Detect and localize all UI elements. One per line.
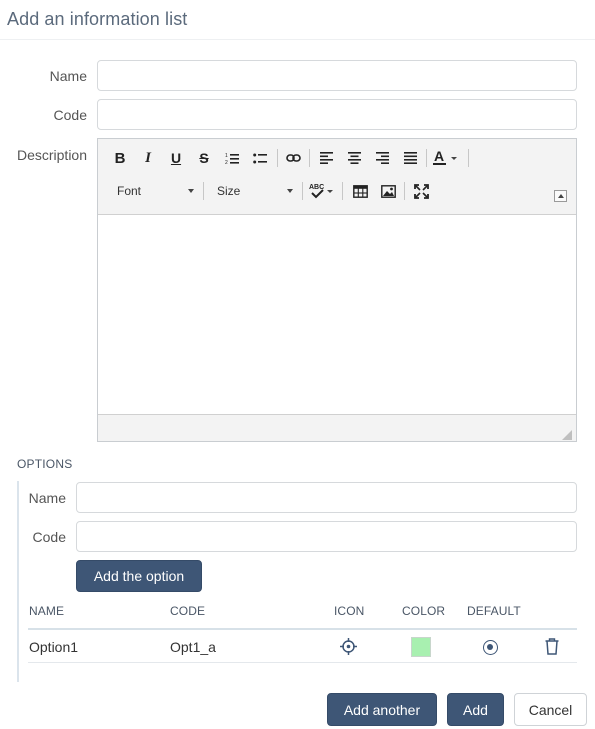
font-select-label: Font: [117, 184, 142, 198]
option-name-cell: Option1: [29, 639, 79, 655]
option-code-input[interactable]: [76, 521, 577, 552]
bold-icon[interactable]: B: [109, 147, 131, 169]
align-center-icon[interactable]: [343, 147, 365, 169]
option-name-input[interactable]: [76, 482, 577, 513]
bulleted-list-icon[interactable]: [249, 147, 271, 169]
editor-toolbar-row-2: Font Size ABC: [98, 180, 576, 212]
svg-text:1: 1: [225, 153, 228, 159]
collapse-toolbar-button[interactable]: [554, 190, 567, 202]
column-header-color: COLOR: [402, 604, 446, 618]
editor-toolbar-row-1: B I U S 12 A: [98, 147, 576, 179]
add-another-button[interactable]: Add another: [327, 693, 437, 726]
spellcheck-icon[interactable]: ABC: [308, 180, 336, 202]
options-section-title: OPTIONS: [17, 457, 73, 471]
code-input[interactable]: [97, 99, 577, 130]
default-radio[interactable]: [483, 640, 498, 655]
option-color-swatch[interactable]: [411, 637, 431, 657]
align-justify-icon[interactable]: [399, 147, 421, 169]
image-icon[interactable]: [377, 180, 399, 202]
font-select[interactable]: Font: [117, 180, 196, 202]
add-button[interactable]: Add: [447, 693, 504, 726]
description-editor-area[interactable]: [98, 214, 576, 415]
crosshair-icon[interactable]: [340, 638, 357, 655]
align-left-icon[interactable]: [315, 147, 337, 169]
table-header-divider: [28, 628, 577, 630]
toolbar-separator: [426, 149, 427, 167]
dialog-title: Add an information list: [7, 9, 188, 29]
column-header-default: DEFAULT: [467, 604, 521, 618]
option-name-label: Name: [28, 490, 66, 506]
table-row-divider: [28, 662, 577, 663]
code-label: Code: [53, 107, 87, 123]
toolbar-separator: [404, 182, 405, 200]
chevron-down-icon: [188, 189, 194, 193]
resize-handle-icon[interactable]: [562, 427, 572, 440]
svg-text:2: 2: [225, 160, 228, 165]
toolbar-separator: [203, 182, 204, 200]
cancel-button[interactable]: Cancel: [514, 693, 587, 726]
size-select-label: Size: [217, 184, 241, 198]
numbered-list-icon[interactable]: 12: [221, 147, 243, 169]
description-editor: B I U S 12 A Font Size ABC: [97, 138, 577, 442]
underline-icon[interactable]: U: [165, 147, 187, 169]
options-section-bar: [17, 481, 19, 682]
toolbar-separator: [277, 149, 278, 167]
toolbar-separator: [342, 182, 343, 200]
chevron-down-icon: [287, 189, 293, 193]
name-input[interactable]: [97, 60, 577, 91]
title-divider: [0, 39, 595, 40]
radio-selected-dot: [487, 644, 493, 650]
text-color-icon[interactable]: A: [432, 147, 464, 169]
align-right-icon[interactable]: [371, 147, 393, 169]
option-code-label: Code: [32, 529, 66, 545]
size-select[interactable]: Size: [217, 180, 295, 202]
column-header-name: NAME: [29, 604, 65, 618]
italic-icon[interactable]: I: [137, 147, 159, 169]
table-icon[interactable]: [349, 180, 371, 202]
column-header-code: CODE: [170, 604, 206, 618]
link-icon[interactable]: [282, 147, 304, 169]
strikethrough-icon[interactable]: S: [193, 147, 215, 169]
toolbar-separator: [302, 182, 303, 200]
maximize-icon[interactable]: [410, 180, 432, 202]
toolbar-separator: [468, 149, 469, 167]
name-label: Name: [49, 68, 87, 84]
toolbar-separator: [309, 149, 310, 167]
svg-text:A: A: [434, 150, 444, 164]
trash-icon[interactable]: [545, 638, 559, 655]
add-option-button[interactable]: Add the option: [76, 560, 202, 592]
column-header-icon: ICON: [334, 604, 365, 618]
description-label: Description: [16, 147, 87, 163]
option-code-cell: Opt1_a: [170, 639, 216, 655]
